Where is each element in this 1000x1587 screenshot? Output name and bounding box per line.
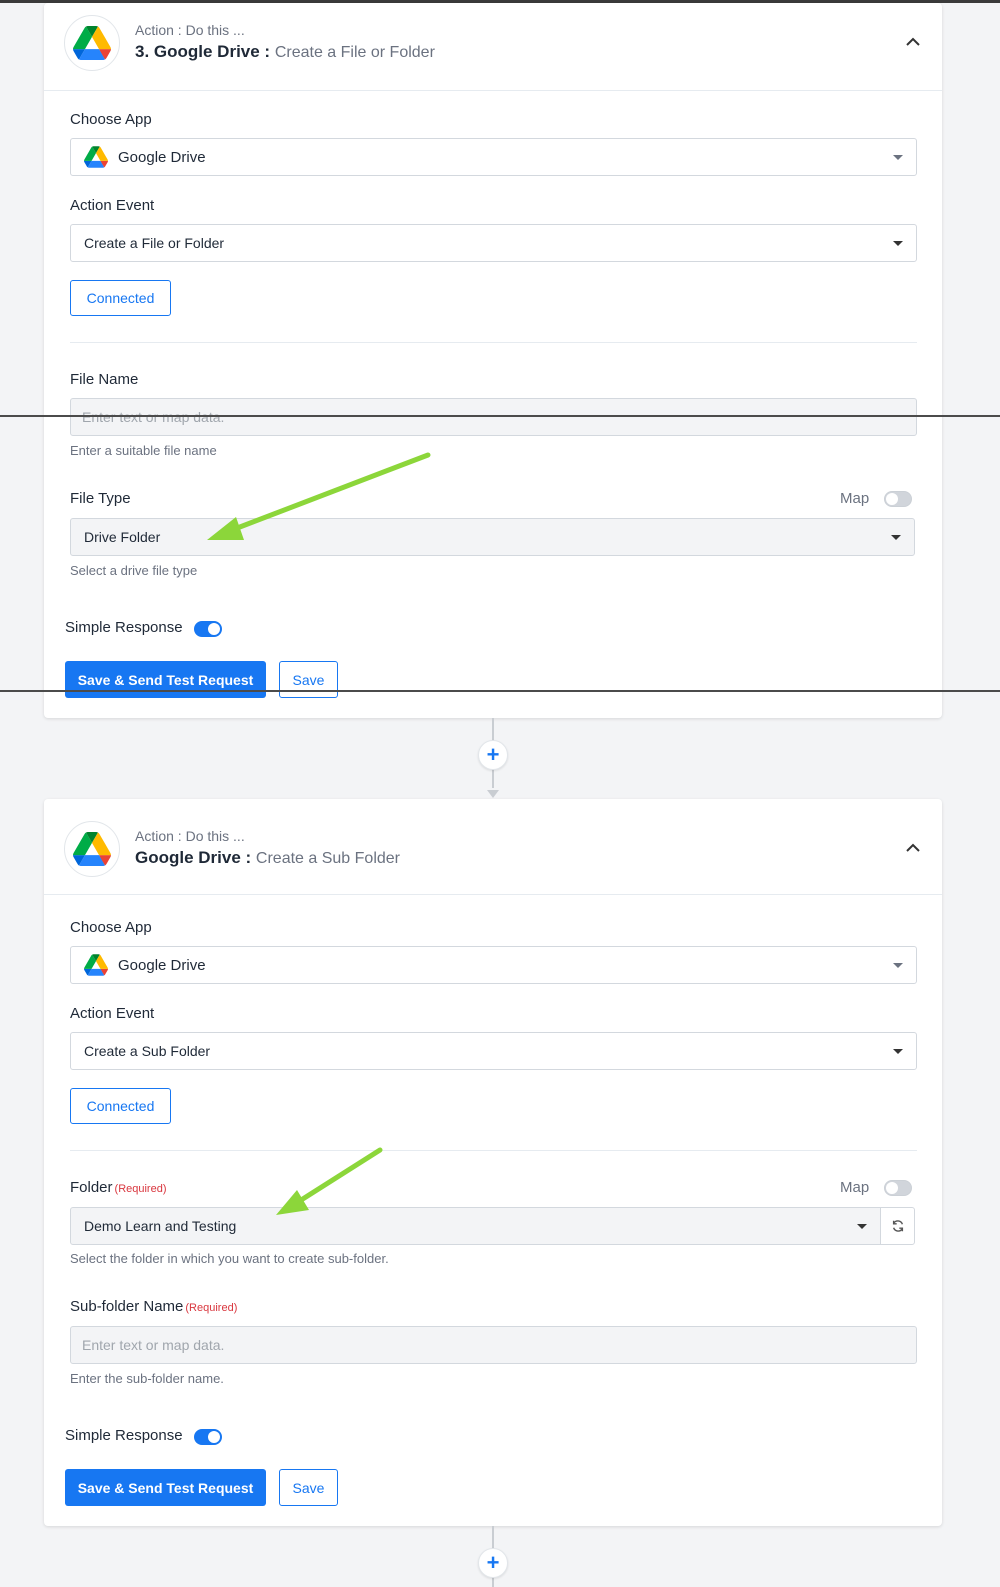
- chevron-down-icon: [893, 1049, 903, 1054]
- simple-response-toggle[interactable]: [194, 621, 222, 637]
- choose-app-select[interactable]: Google Drive: [70, 946, 917, 984]
- action-card-create-file: Action : Do this ... 3. Google Drive : C…: [44, 3, 942, 718]
- file-type-select[interactable]: Drive Folder: [70, 518, 915, 556]
- header-event-name: Create a Sub Folder: [255, 850, 400, 867]
- map-label: Map: [840, 490, 870, 507]
- action-event-value: Create a Sub Folder: [84, 1043, 211, 1059]
- header-title: 3. Google Drive : Create a File or Folde…: [135, 42, 435, 62]
- action-event-value: Create a File or Folder: [84, 235, 225, 251]
- divider: [70, 342, 917, 343]
- file-type-help: Select a drive file type: [70, 563, 198, 578]
- file-type-value: Drive Folder: [84, 529, 161, 545]
- file-name-label: File Name: [70, 371, 139, 388]
- required-marker: (Required): [114, 1183, 167, 1195]
- save-button[interactable]: Save: [279, 1469, 338, 1506]
- subfolder-name-input[interactable]: [70, 1326, 917, 1364]
- refresh-button[interactable]: [880, 1207, 915, 1245]
- choose-app-label: Choose App: [70, 919, 152, 936]
- folder-select[interactable]: Demo Learn and Testing: [70, 1207, 881, 1245]
- chevron-up-icon[interactable]: [904, 839, 922, 857]
- header-event-name: Create a File or Folder: [274, 44, 435, 61]
- choose-app-label: Choose App: [70, 111, 152, 128]
- chevron-down-icon: [893, 155, 903, 160]
- header-title: Google Drive : Create a Sub Folder: [135, 848, 400, 868]
- file-name-input[interactable]: [70, 398, 917, 436]
- card-header: Action : Do this ... 3. Google Drive : C…: [44, 3, 942, 91]
- folder-label-text: Folder: [70, 1179, 113, 1196]
- choose-app-value: Google Drive: [118, 148, 206, 166]
- divider: [70, 1150, 917, 1151]
- map-label: Map: [840, 1179, 870, 1196]
- chevron-down-icon: [891, 535, 901, 540]
- google-drive-icon: [64, 15, 120, 71]
- chevron-up-icon[interactable]: [904, 33, 922, 51]
- action-event-select[interactable]: Create a File or Folder: [70, 224, 917, 262]
- action-event-label: Action Event: [70, 1005, 155, 1022]
- simple-response-toggle[interactable]: [194, 1429, 222, 1445]
- chevron-down-icon: [857, 1224, 867, 1229]
- file-name-help: Enter a suitable file name: [70, 443, 217, 458]
- card-header: Action : Do this ... Google Drive : Crea…: [44, 799, 942, 895]
- save-button[interactable]: Save: [279, 661, 338, 698]
- simple-response-label: Simple Response: [65, 1427, 183, 1444]
- arrow-down-icon: [487, 790, 499, 798]
- chevron-down-icon: [893, 241, 903, 246]
- choose-app-select[interactable]: Google Drive: [70, 138, 917, 176]
- required-marker: (Required): [185, 1302, 238, 1314]
- map-toggle[interactable]: [884, 1180, 912, 1196]
- overlay-line: [0, 690, 1000, 692]
- connected-button[interactable]: Connected: [70, 1088, 171, 1124]
- add-step-button[interactable]: +: [478, 1548, 508, 1578]
- map-toggle[interactable]: [884, 491, 912, 507]
- connected-button[interactable]: Connected: [70, 280, 171, 316]
- overlay-line: [0, 415, 1000, 417]
- chevron-down-icon: [893, 963, 903, 968]
- add-step-button[interactable]: +: [478, 740, 508, 770]
- action-event-label: Action Event: [70, 197, 155, 214]
- subfolder-name-label: Sub-folder Name (Required): [70, 1298, 237, 1315]
- google-drive-icon: [84, 954, 108, 976]
- header-app-name: 3. Google Drive :: [135, 42, 271, 61]
- google-drive-icon: [64, 821, 120, 877]
- file-type-label: File Type: [70, 490, 131, 507]
- save-send-test-button[interactable]: Save & Send Test Request: [65, 661, 266, 698]
- plus-icon: +: [486, 1550, 500, 1575]
- save-send-test-button[interactable]: Save & Send Test Request: [65, 1469, 266, 1506]
- choose-app-value: Google Drive: [118, 956, 206, 974]
- simple-response-label: Simple Response: [65, 619, 183, 636]
- folder-value: Demo Learn and Testing: [84, 1218, 237, 1234]
- folder-label: Folder (Required): [70, 1179, 167, 1196]
- subfolder-help: Enter the sub-folder name.: [70, 1371, 224, 1386]
- plus-icon: +: [486, 742, 500, 767]
- google-drive-icon: [84, 146, 108, 168]
- header-app-name: Google Drive :: [135, 848, 252, 867]
- action-event-select[interactable]: Create a Sub Folder: [70, 1032, 917, 1070]
- header-subtitle: Action : Do this ...: [135, 22, 245, 38]
- header-subtitle: Action : Do this ...: [135, 828, 245, 844]
- folder-help: Select the folder in which you want to c…: [70, 1251, 389, 1266]
- action-card-create-subfolder: Action : Do this ... Google Drive : Crea…: [44, 799, 942, 1526]
- refresh-icon: [892, 1220, 903, 1232]
- subfolder-label-text: Sub-folder Name: [70, 1298, 184, 1315]
